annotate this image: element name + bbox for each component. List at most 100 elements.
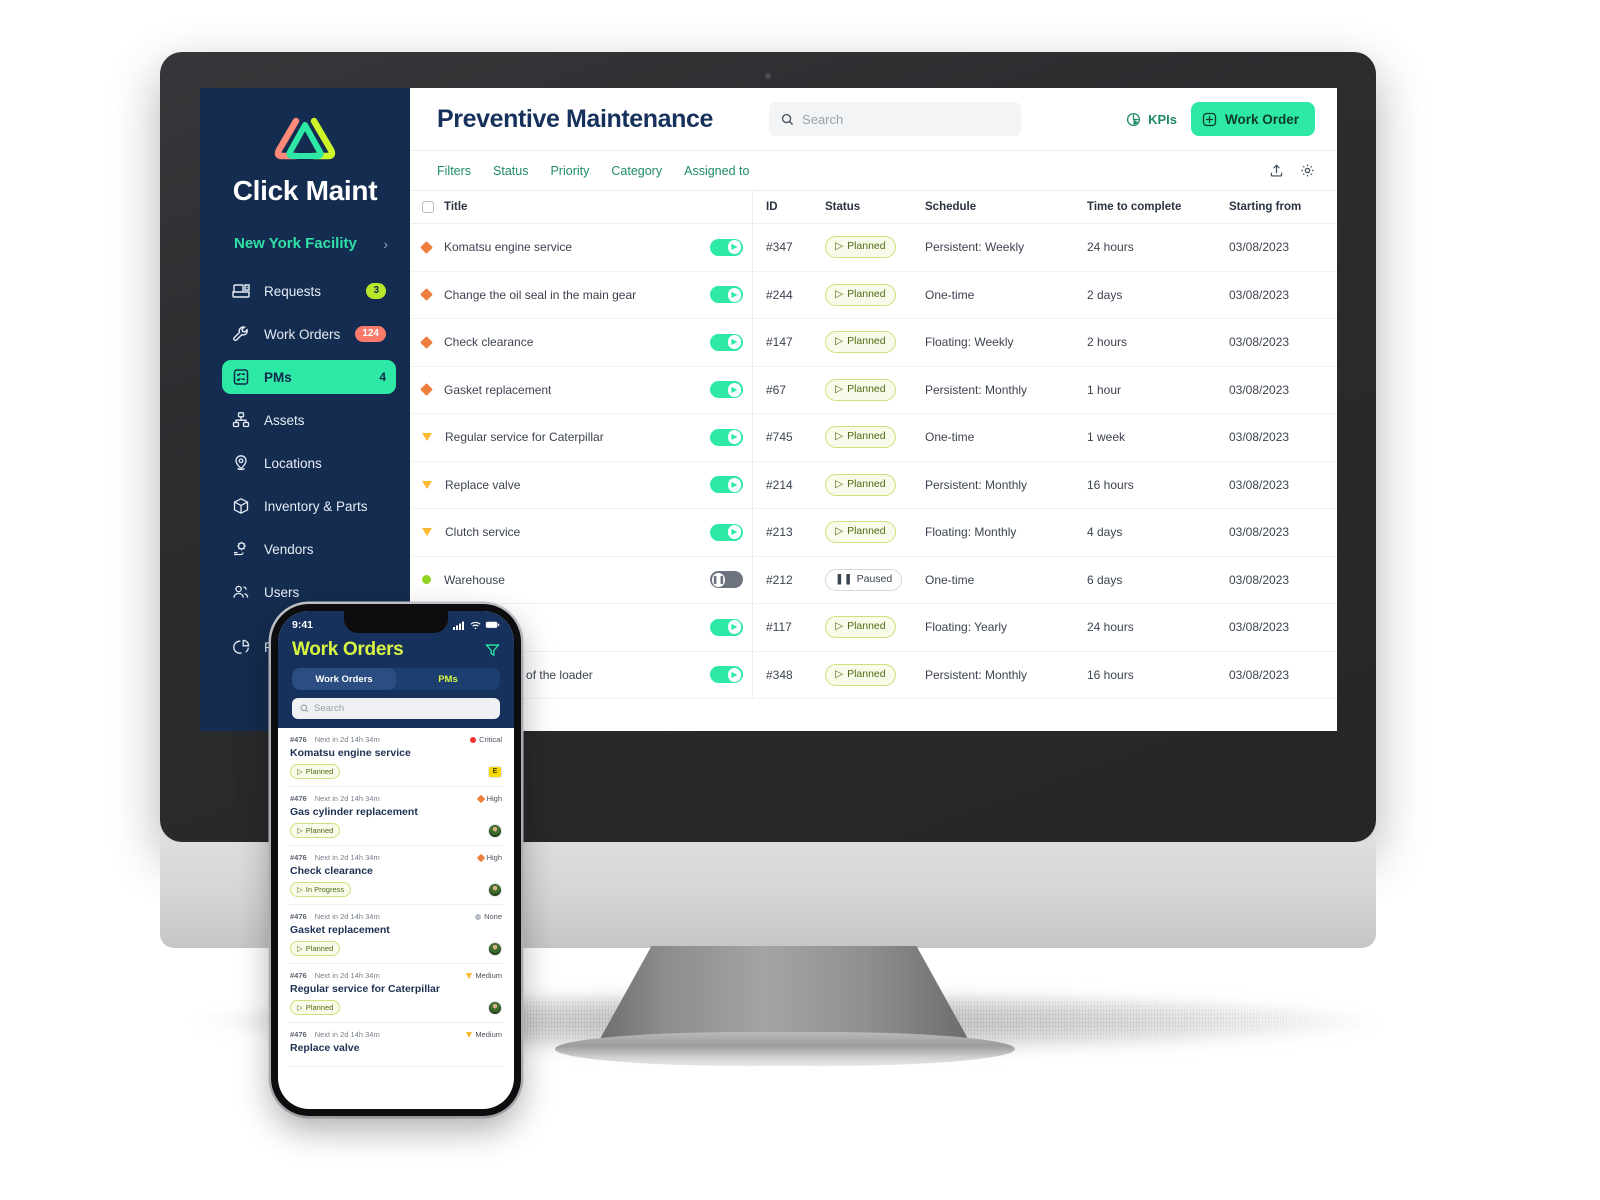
row-title-cell: Replace valve xyxy=(410,478,710,492)
battery-icon xyxy=(485,621,500,628)
phone-search-input[interactable]: Search xyxy=(292,698,500,719)
table-row[interactable]: Check clearance ▶ #147 ▷ Planned Floating: We… xyxy=(410,319,1337,367)
phone-priority-label: High xyxy=(486,794,502,803)
status-label: Planned xyxy=(847,667,886,680)
table-row[interactable]: Change the oil seal in the main gear ▶ #24… xyxy=(410,271,1337,319)
phone-segmented-tabs[interactable]: Work Orders PMs xyxy=(292,668,500,690)
sidebar-item-pms[interactable]: PMs 4 xyxy=(222,360,396,394)
row-title-cell: Check clearance xyxy=(410,335,710,349)
row-enable-toggle[interactable]: ▶ xyxy=(710,381,743,399)
sidebar-item-label: Locations xyxy=(264,455,322,471)
phone-app-screen: 9:41 Work Orders Work Orders PMs Search … xyxy=(278,611,514,1109)
table-row[interactable]: Komatsu engine service ▶ #347 ▷ Planned Persi… xyxy=(410,224,1337,272)
sidebar-item-assets[interactable]: Assets xyxy=(222,403,396,437)
select-all-checkbox[interactable] xyxy=(422,201,434,213)
toggle-glyph-icon: ▶ xyxy=(731,479,738,489)
phone-card-title: Replace valve xyxy=(290,1042,360,1054)
row-enable-toggle[interactable]: ❚❚ xyxy=(710,571,743,589)
row-enable-toggle[interactable]: ▶ xyxy=(710,666,743,684)
row-toggle-cell: ▶ xyxy=(710,286,752,304)
row-id: #214 xyxy=(766,477,793,492)
phone-list-item[interactable]: #476 Next in 2d 14h 34m Medium Replace valv… xyxy=(288,1023,504,1067)
toggle-glyph-icon: ▶ xyxy=(731,289,738,299)
sidebar-item-label: Users xyxy=(264,584,300,600)
table-row[interactable]: ▶ #117 ▷ Planned Floating: Yearly 24 hours 03/… xyxy=(410,604,1337,652)
priority-marker-icon xyxy=(476,853,485,862)
phone-card-bottom: ▷ Planned xyxy=(290,823,502,838)
phone-list-item[interactable]: #476 Next in 2d 14h 34m High Check clearanc… xyxy=(288,846,504,905)
table-header-schedule: Schedule xyxy=(925,201,977,213)
row-enable-toggle[interactable]: ▶ xyxy=(710,238,743,256)
phone-tab-pms[interactable]: PMs xyxy=(396,668,500,690)
sidebar-item-label: Vendors xyxy=(264,541,314,557)
row-title-cell: Clutch service xyxy=(410,525,710,539)
phone-list-item[interactable]: #476 Next in 2d 14h 34m Medium Regular serv… xyxy=(288,964,504,1023)
chevron-right-icon: › xyxy=(383,235,388,252)
filter-link-status[interactable]: Status xyxy=(493,164,528,178)
search-input[interactable]: Search xyxy=(769,102,1022,136)
status-badge: ▷ Planned xyxy=(825,283,896,306)
status-glyph-icon: ▷ xyxy=(835,240,844,253)
table-row[interactable]: Clutch service ▶ #213 ▷ Planned Floating: Mon… xyxy=(410,509,1337,557)
export-upload-icon[interactable] xyxy=(1269,163,1284,178)
phone-tab-work-orders[interactable]: Work Orders xyxy=(292,668,396,690)
phone-list-item[interactable]: #476 Next in 2d 14h 34m None Gasket replace… xyxy=(288,905,504,964)
gear-icon[interactable] xyxy=(1300,163,1315,178)
phone-search-wrapper: Search xyxy=(278,690,514,728)
sidebar-item-locations[interactable]: Locations xyxy=(222,446,396,480)
search-placeholder: Search xyxy=(802,111,844,127)
row-enable-toggle[interactable]: ▶ xyxy=(710,618,743,636)
row-enable-toggle[interactable]: ▶ xyxy=(710,428,743,446)
filter-link-filters[interactable]: Filters xyxy=(437,164,471,178)
table-header-starting-from: Starting from xyxy=(1229,201,1302,213)
phone-list-item[interactable]: #476 Next in 2d 14h 34m High Gas cylinder r… xyxy=(288,787,504,846)
app-logo-text: Click Maint xyxy=(232,175,378,206)
filter-link-priority[interactable]: Priority xyxy=(550,164,589,178)
status-badge: ▷ Planned xyxy=(825,236,896,259)
phone-list-item[interactable]: #476 Next in 2d 14h 34m Critical Komatsu en… xyxy=(288,728,504,787)
row-enable-toggle[interactable]: ▶ xyxy=(710,286,743,304)
phone-card-bottom: ▷ Planned xyxy=(290,941,502,956)
location-pin-icon xyxy=(232,453,254,473)
app-logo[interactable]: Click Maint xyxy=(200,106,410,235)
sidebar-badge: 124 xyxy=(355,326,386,342)
row-schedule: One-time xyxy=(925,287,975,302)
row-status-cell: ▷ Planned xyxy=(825,663,925,686)
table-row[interactable]: Replace valve ▶ #214 ▷ Planned Persistent: Mo… xyxy=(410,461,1337,509)
phone-card-top: #476 Next in 2d 14h 34m Medium xyxy=(290,971,502,980)
facility-selector[interactable]: New York Facility › xyxy=(200,235,410,252)
main-content: Preventive Maintenance Search KPIs Work … xyxy=(410,88,1337,731)
status-label: Planned xyxy=(847,430,886,443)
funnel-filter-icon[interactable] xyxy=(485,643,500,657)
row-starting-from: 03/08/2023 xyxy=(1229,525,1290,540)
priority-marker-icon xyxy=(476,794,485,803)
status-label: Planned xyxy=(847,382,886,395)
sidebar-item-work-orders[interactable]: Work Orders 124 xyxy=(222,317,396,351)
sidebar-item-requests[interactable]: Requests 3 xyxy=(222,274,396,308)
table-row[interactable]: d maintenance of the loader▶#348▷Planned… xyxy=(410,651,1337,699)
row-status-cell: ▷ Planned xyxy=(825,331,925,354)
filter-link-category[interactable]: Category xyxy=(611,164,662,178)
row-enable-toggle[interactable]: ▶ xyxy=(710,476,743,494)
add-work-order-button[interactable]: Work Order xyxy=(1190,102,1315,136)
sidebar-item-vendors[interactable]: Vendors xyxy=(222,532,396,566)
row-enable-toggle[interactable]: ▶ xyxy=(710,523,743,541)
status-glyph-icon: ▷ xyxy=(835,620,844,633)
kpis-button[interactable]: KPIs xyxy=(1126,112,1177,127)
sidebar-item-inventory-parts[interactable]: Inventory & Parts xyxy=(222,489,396,523)
status-badge: ▷ Planned xyxy=(825,426,896,449)
row-enable-toggle[interactable]: ▶ xyxy=(710,333,743,351)
phone-card-next: Next in 2d 14h 34m xyxy=(314,971,380,980)
table-header-row: Title ID Status Schedule Time to complet… xyxy=(410,190,1337,224)
table-row[interactable]: Regular service for Caterpillar ▶ #745 ▷ Pla… xyxy=(410,414,1337,462)
status-badge: ❚❚ Paused xyxy=(825,568,903,591)
row-status-cell: ▷ Planned xyxy=(825,283,925,306)
table-row[interactable]: Warehouse ❚❚ #212 ❚❚ Paused One-time 6 days 03/… xyxy=(410,556,1337,604)
phone-card-title: Gasket replacement xyxy=(290,924,390,936)
row-toggle-cell: ▶ xyxy=(710,381,752,399)
row-time-to-complete: 6 days xyxy=(1087,572,1123,587)
phone-priority: Medium xyxy=(466,1030,502,1039)
filter-link-assigned-to[interactable]: Assigned to xyxy=(684,164,749,178)
row-starting-from: 03/08/2023 xyxy=(1229,477,1290,492)
table-row[interactable]: Gasket replacement ▶ #67 ▷ Planned Persistent… xyxy=(410,366,1337,414)
